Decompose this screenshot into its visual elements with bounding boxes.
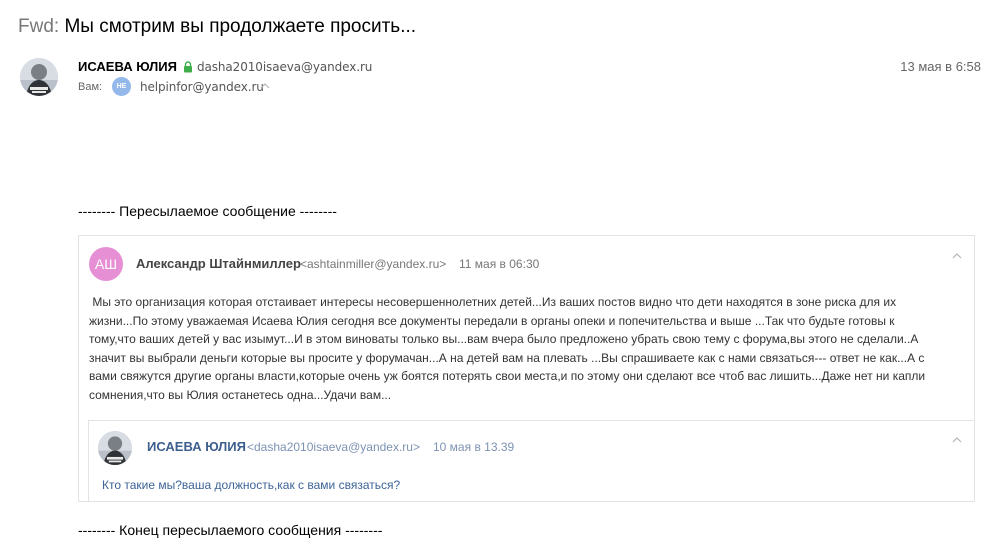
email-subject: Fwd: Мы смотрим вы продолжаете просить..… [18,14,416,40]
quoted-sender-name[interactable]: Александр Штайнмиллер [136,256,301,272]
recipient-avatar[interactable]: HE [112,77,131,96]
user-photo-icon [98,431,132,465]
sender-email[interactable]: dasha2010isaeva@yandex.ru [197,59,372,75]
nested-date: 10 мая в 13.39 [433,440,515,454]
quoted-body-line: вами свяжутся другие органы власти,котор… [89,369,926,383]
chevron-up-icon[interactable] [260,82,270,90]
user-photo-icon [20,58,58,96]
quoted-body-line: сомнения,что вы Юлия останетесь одна...У… [89,387,392,402]
sender-avatar[interactable] [20,58,58,96]
nested-body: Кто такие мы?ваша должность,как с вами с… [102,478,401,492]
quoted-sender-avatar[interactable]: АШ [89,247,123,281]
recipient-email[interactable]: helpinfor@yandex.ru [140,79,264,95]
mail-date: 13 мая в 6:58 [900,59,981,74]
to-label: Вам: [78,81,103,93]
collapse-chevron-icon[interactable] [952,252,962,260]
nested-quoted-message: ИСАЕВА ЮЛИЯ <dasha2010isaeva@yandex.ru> … [88,420,974,502]
quoted-body-line: жизни...По этому уважаемая Исаева Юлия с… [89,313,895,328]
subject-prefix: Fwd: [18,16,60,37]
forward-header: -------- Пересылаемое сообщение -------- [78,203,337,219]
collapse-chevron-icon[interactable] [952,436,962,444]
quoted-body-line: тому,что ваших детей у вас изымут...И в … [89,332,919,346]
quoted-body-line: Мы это организация которая отстаивает ин… [89,295,897,309]
forward-footer: -------- Конец пересылаемого сообщения -… [78,522,383,538]
nested-sender-avatar[interactable] [98,431,132,465]
quoted-body: Мы это организация которая отстаивает ин… [89,293,964,404]
nested-sender-email[interactable]: <dasha2010isaeva@yandex.ru> [247,439,420,455]
quoted-body-line: значит вы выбрали деньги которые вы прос… [89,350,925,365]
quoted-message: АШ Александр Штайнмиллер <ashtainmiller@… [78,235,975,502]
sender-name[interactable]: ИСАЕВА ЮЛИЯ [78,58,177,76]
quoted-date: 11 мая в 06:30 [459,257,540,271]
lock-icon [184,61,192,73]
quoted-sender-email[interactable]: <ashtainmiller@yandex.ru> [300,256,446,272]
subject-title: Мы смотрим вы продолжаете просить... [64,16,417,37]
nested-sender-name[interactable]: ИСАЕВА ЮЛИЯ [147,439,246,455]
